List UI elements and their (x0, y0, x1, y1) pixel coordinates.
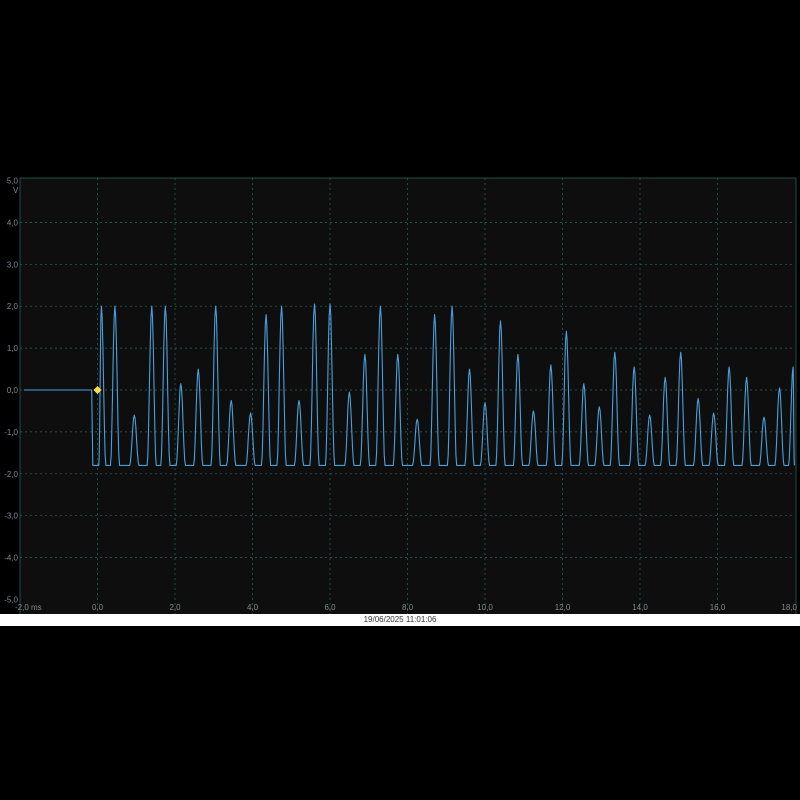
x-tick-label: 4,0 (247, 603, 259, 612)
y-tick-label: 1,0 (7, 344, 19, 353)
y-axis-ticks: 5,04,03,02,01,00,0-1,0-2,0-3,0-4,0-5,0 (4, 177, 18, 605)
x-tick-label: 10,0 (477, 603, 493, 612)
x-tick-label: 8,0 (402, 603, 414, 612)
x-tick-label: 2,0 (169, 603, 181, 612)
y-tick-label: -2,0 (4, 470, 18, 479)
x-tick-label: 12,0 (555, 603, 571, 612)
plot-background (20, 178, 796, 616)
y-tick-label: -3,0 (4, 512, 18, 521)
y-tick-label: 5,0 (7, 177, 19, 186)
y-tick-label: -1,0 (4, 428, 18, 437)
y-tick-label: -4,0 (4, 554, 18, 563)
y-tick-label: 3,0 (7, 260, 19, 269)
timestamp: 19/06/2025 11:01:06 (364, 615, 437, 624)
y-tick-label: 2,0 (7, 302, 19, 311)
x-tick-label: 0,0 (92, 603, 104, 612)
x-tick-label: 6,0 (324, 603, 336, 612)
y-axis-unit: V (13, 186, 19, 195)
y-tick-label: 0,0 (7, 386, 19, 395)
y-tick-label: 4,0 (7, 218, 19, 227)
x-tick-label: -2,0 ms (15, 603, 42, 612)
oscilloscope-chart: 5,04,03,02,01,00,0-1,0-2,0-3,0-4,0-5,0 V… (0, 177, 800, 626)
x-tick-label: 14,0 (632, 603, 648, 612)
x-tick-label: 18,0 (781, 603, 797, 612)
x-tick-label: 16,0 (710, 603, 726, 612)
